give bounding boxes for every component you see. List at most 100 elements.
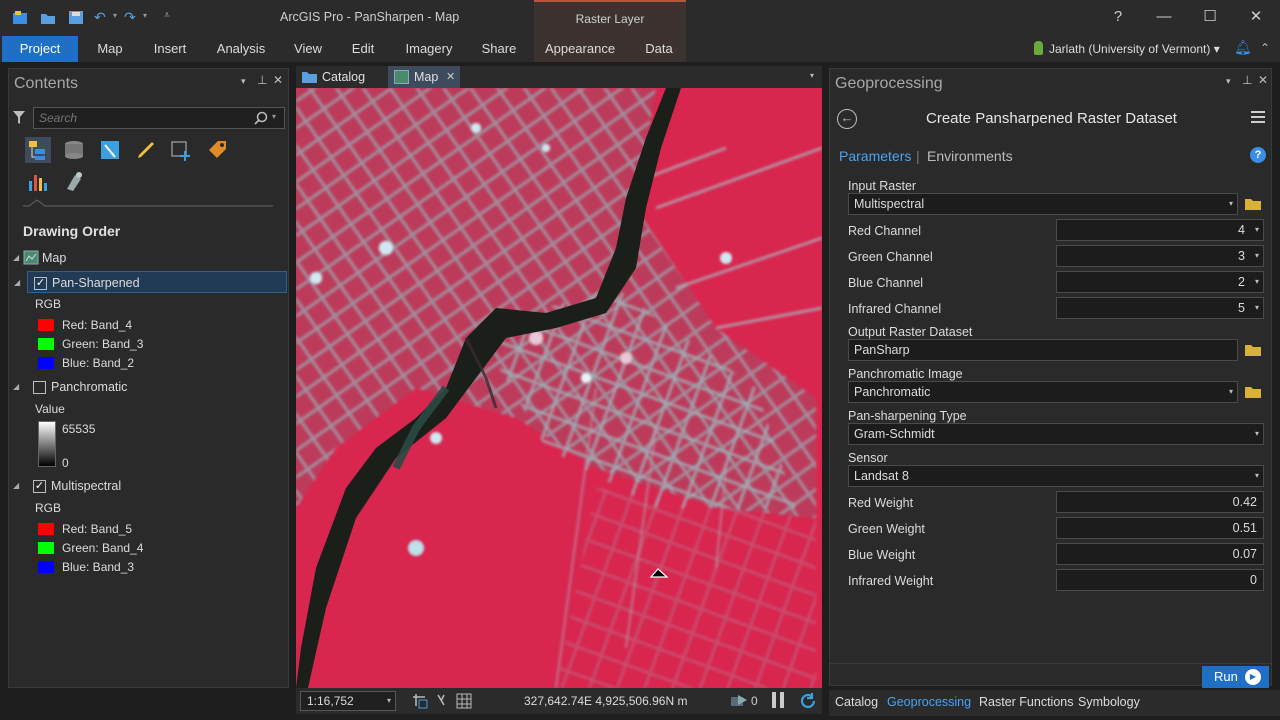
- tab-share[interactable]: Share: [476, 36, 522, 62]
- tab-imagery[interactable]: Imagery: [398, 36, 460, 62]
- collapse-triangle-icon[interactable]: ◢: [13, 247, 19, 269]
- pane-close-icon[interactable]: ✕: [273, 73, 283, 87]
- search-input[interactable]: [34, 108, 254, 128]
- input-raster-dropdown[interactable]: Multispectral ▾: [848, 193, 1238, 215]
- pause-drawing-icon[interactable]: [772, 692, 784, 708]
- close-button[interactable]: ✕: [1244, 6, 1268, 28]
- red-weight-input[interactable]: [1056, 491, 1264, 513]
- tab-environments[interactable]: Environments: [927, 148, 1013, 164]
- dock-tab-catalog[interactable]: Catalog: [835, 695, 878, 709]
- blue-weight-input[interactable]: [1056, 543, 1264, 565]
- tab-label: Catalog: [322, 70, 366, 84]
- list-by-selection-icon[interactable]: [97, 137, 123, 163]
- snapping-icon[interactable]: [436, 693, 450, 707]
- blue-channel-dropdown[interactable]: 2 ▾: [1056, 271, 1264, 293]
- fixed-zoom-icon[interactable]: [412, 693, 428, 709]
- selected-features-icon[interactable]: [730, 694, 748, 708]
- infrared-channel-label: Infrared Channel: [848, 302, 942, 316]
- dock-tab-raster-functions[interactable]: Raster Functions: [979, 695, 1073, 709]
- layer-visibility-checkbox[interactable]: ✓: [33, 480, 46, 493]
- output-raster-input[interactable]: [848, 339, 1238, 361]
- maximize-button[interactable]: ☐: [1198, 6, 1222, 28]
- pan-type-dropdown[interactable]: Gram-Schmidt ▾: [848, 423, 1264, 445]
- list-by-perspective-icon[interactable]: [61, 169, 87, 195]
- run-button[interactable]: Run ▶: [1202, 666, 1269, 688]
- map-view[interactable]: [296, 88, 822, 688]
- list-by-snapping-icon[interactable]: [169, 137, 195, 163]
- tab-analysis[interactable]: Analysis: [210, 36, 272, 62]
- red-channel-dropdown[interactable]: 4 ▾: [1056, 219, 1264, 241]
- tab-map-view[interactable]: Map ✕: [388, 66, 460, 88]
- toc-map[interactable]: ◢ Map: [9, 247, 288, 269]
- pane-options-icon[interactable]: ▾: [241, 76, 246, 87]
- minimize-button[interactable]: —: [1152, 6, 1176, 28]
- selected-count: 0: [751, 694, 758, 708]
- tab-close-icon[interactable]: ✕: [446, 66, 455, 88]
- browse-folder-icon[interactable]: [1245, 386, 1261, 398]
- toc-layer-panchromatic[interactable]: ◢ Panchromatic: [9, 376, 288, 398]
- search-icon[interactable]: [254, 111, 268, 125]
- user-account[interactable]: Jarlath (University of Vermont) ▾: [1034, 38, 1220, 60]
- list-by-drawing-order-icon[interactable]: [25, 137, 51, 163]
- collapse-triangle-icon[interactable]: ◢: [13, 376, 19, 398]
- tab-catalog-view[interactable]: Catalog: [296, 66, 384, 88]
- redo-dropdown-icon[interactable]: ▾: [143, 11, 147, 20]
- layer-visibility-checkbox[interactable]: ✓: [34, 277, 47, 290]
- help-icon[interactable]: ?: [1250, 147, 1266, 163]
- toc-layer-pan-sharpened[interactable]: ◢ ✓ Pan-Sharpened: [14, 271, 287, 293]
- chevron-down-icon: ▾: [1228, 199, 1233, 208]
- ribbon-collapse-icon[interactable]: ⌃: [1260, 41, 1270, 55]
- pin-icon[interactable]: ⊥: [257, 73, 267, 87]
- grid-icon[interactable]: [456, 693, 472, 709]
- undo-icon[interactable]: ↶: [94, 9, 106, 26]
- browse-folder-icon[interactable]: [1245, 344, 1261, 356]
- tab-appearance[interactable]: Appearance: [540, 36, 620, 62]
- tab-data[interactable]: Data: [640, 36, 678, 62]
- tab-edit[interactable]: Edit: [344, 36, 382, 62]
- collapse-triangle-icon[interactable]: ◢: [14, 272, 20, 294]
- undo-dropdown-icon[interactable]: ▾: [113, 11, 117, 20]
- collapse-triangle-icon[interactable]: ◢: [13, 475, 19, 497]
- green-weight-input[interactable]: [1056, 517, 1264, 539]
- help-button[interactable]: ?: [1106, 6, 1130, 28]
- pane-close-icon[interactable]: ✕: [1258, 73, 1268, 87]
- tab-insert[interactable]: Insert: [146, 36, 194, 62]
- view-tabs-dropdown-icon[interactable]: ▾: [810, 71, 814, 80]
- list-by-labeling-icon[interactable]: [205, 137, 231, 163]
- hamburger-menu-icon[interactable]: [1251, 111, 1265, 126]
- geoprocessing-pane: Geoprocessing ▾ ⊥ ✕ ← Create Pansharpene…: [829, 68, 1272, 688]
- green-channel-dropdown[interactable]: 3 ▾: [1056, 245, 1264, 267]
- tab-project[interactable]: Project: [2, 36, 78, 62]
- green-swatch: [38, 542, 54, 554]
- sensor-dropdown[interactable]: Landsat 8 ▾: [848, 465, 1264, 487]
- arcgis-project-icon[interactable]: [12, 10, 28, 25]
- tab-parameters[interactable]: Parameters: [839, 148, 911, 164]
- save-icon[interactable]: [68, 10, 84, 25]
- pan-image-dropdown[interactable]: Panchromatic ▾: [848, 381, 1238, 403]
- pane-options-icon[interactable]: ▾: [1226, 76, 1231, 87]
- dock-tab-geoprocessing[interactable]: Geoprocessing: [887, 695, 971, 709]
- list-charts-icon[interactable]: [25, 169, 51, 195]
- list-by-source-icon[interactable]: [61, 137, 87, 163]
- tab-view[interactable]: View: [288, 36, 328, 62]
- customize-toolbar-icon[interactable]: ⩡: [164, 10, 170, 21]
- toc-layer-multispectral[interactable]: ◢ ✓ Multispectral: [9, 475, 288, 497]
- tab-map[interactable]: Map: [90, 36, 130, 62]
- list-by-editing-icon[interactable]: [133, 137, 159, 163]
- search-dropdown-icon[interactable]: ▾: [272, 112, 276, 121]
- infrared-weight-input[interactable]: [1056, 569, 1264, 591]
- filter-icon[interactable]: [13, 111, 25, 125]
- app-title: ArcGIS Pro - PanSharpen - Map: [280, 10, 460, 24]
- view-tabs: Catalog Map ✕ ▾: [296, 66, 822, 88]
- redo-icon[interactable]: ↷: [124, 9, 136, 26]
- notification-bell-icon[interactable]: 🔔︎: [1234, 39, 1252, 56]
- browse-folder-icon[interactable]: [1245, 198, 1261, 210]
- scale-dropdown[interactable]: 1:16,752 ▾: [300, 691, 396, 711]
- layer-visibility-checkbox[interactable]: [33, 381, 46, 394]
- pin-icon[interactable]: ⊥: [1242, 73, 1252, 87]
- refresh-icon[interactable]: [799, 692, 817, 710]
- dock-tab-symbology[interactable]: Symbology: [1078, 695, 1140, 709]
- open-folder-icon[interactable]: [40, 10, 56, 25]
- infrared-channel-dropdown[interactable]: 5 ▾: [1056, 297, 1264, 319]
- search-box[interactable]: ▾: [33, 107, 285, 129]
